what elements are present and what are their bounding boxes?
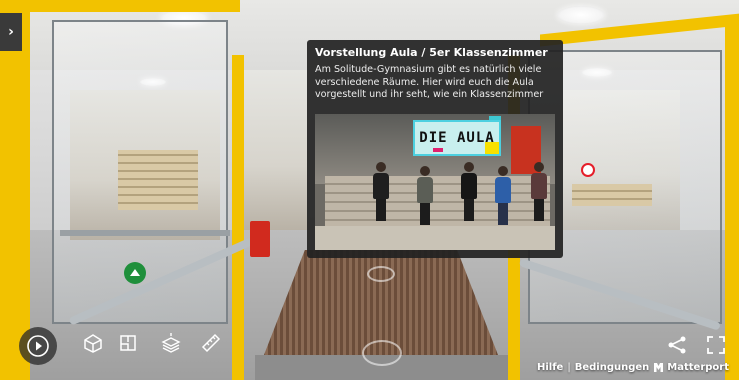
matterport-link[interactable]: Matterport	[653, 362, 729, 373]
tag-media-video[interactable]: DIE AULA	[315, 114, 555, 250]
help-link[interactable]: Hilfe	[537, 362, 563, 373]
terms-link[interactable]: Bedingungen	[575, 362, 650, 373]
sidebar-toggle-button[interactable]: ›	[0, 13, 22, 51]
bookshelf	[118, 150, 198, 210]
floorplan-view-button[interactable]	[115, 330, 141, 356]
media-stairs	[325, 176, 550, 228]
right-door-frame	[725, 20, 739, 380]
left-door-frame	[0, 0, 30, 380]
ceiling-light	[557, 6, 605, 24]
media-floor	[315, 226, 555, 250]
trash-bin	[250, 221, 270, 257]
classroom-table	[572, 184, 652, 206]
dollhouse-view-button[interactable]	[80, 330, 106, 356]
navigation-ring[interactable]	[367, 266, 395, 282]
person	[461, 162, 477, 221]
fullscreen-icon	[707, 336, 725, 354]
left-door-frame	[30, 0, 240, 12]
exit-sign-icon	[124, 262, 146, 284]
footer-links: Hilfe | Bedingungen Matterport	[537, 362, 729, 373]
person	[531, 162, 547, 221]
matterport-logo-icon	[654, 363, 664, 372]
tag-hotspot[interactable]	[581, 163, 595, 177]
measure-button[interactable]	[198, 330, 224, 356]
person	[495, 166, 511, 225]
fullscreen-button[interactable]	[703, 332, 729, 358]
play-icon	[27, 335, 49, 357]
matterport-label: Matterport	[667, 362, 729, 373]
tag-description: Am Solitude-Gymnasium gibt es natürlich …	[315, 64, 544, 100]
navigation-ring[interactable]	[362, 340, 402, 366]
measure-icon	[201, 333, 221, 353]
left-door-frame	[60, 230, 230, 236]
logo-accent	[485, 142, 499, 154]
footer-separator: |	[567, 362, 571, 373]
floor-selector-icon	[161, 333, 181, 353]
hallway	[240, 70, 310, 230]
tag-title: Vorstellung Aula / 5er Klassenzimmer	[315, 46, 548, 59]
person	[417, 166, 433, 225]
share-button[interactable]	[664, 332, 690, 358]
floorplan-icon	[120, 335, 136, 351]
play-tour-button[interactable]	[19, 327, 57, 365]
tag-info-panel[interactable]: Vorstellung Aula / 5er Klassenzimmer Am …	[307, 40, 563, 258]
chevron-right-icon: ›	[8, 24, 14, 40]
left-door-frame	[232, 55, 244, 380]
dollhouse-icon	[84, 334, 102, 353]
logo-accent	[433, 148, 443, 152]
person	[373, 162, 389, 221]
floor-selector-button[interactable]	[158, 330, 184, 356]
share-icon	[668, 336, 686, 354]
